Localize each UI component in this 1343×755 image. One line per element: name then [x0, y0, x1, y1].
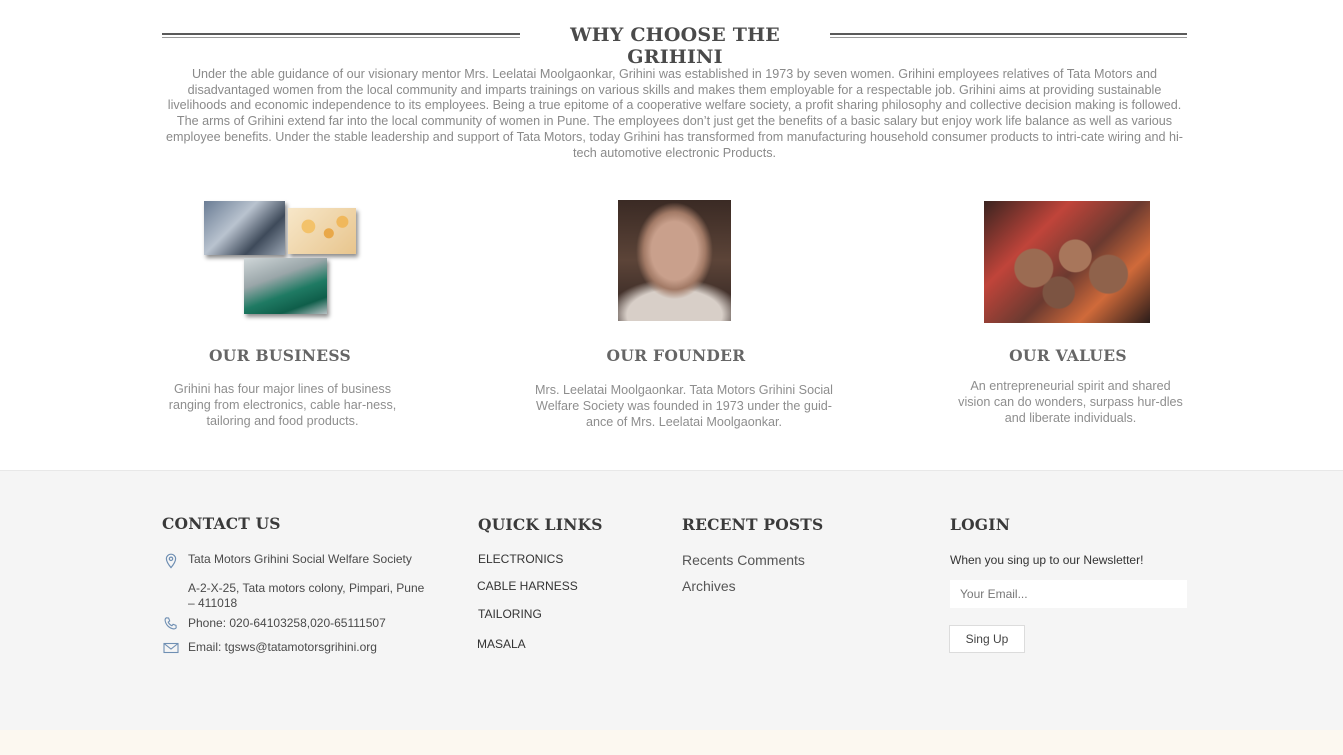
- founder-photo: [618, 200, 731, 321]
- feature-text-business: Grihini has four major lines of business…: [168, 382, 397, 428]
- business-photo-food: [288, 208, 356, 254]
- section-title: WHY CHOOSE THE GRIHINI: [570, 24, 780, 68]
- signup-button[interactable]: Sing Up: [949, 625, 1025, 653]
- contact-email: Email: tgsws@tatamotorsgrihini.org: [188, 640, 377, 654]
- feature-title-founder: OUR FOUNDER: [606, 346, 746, 365]
- phone-icon: [164, 617, 177, 630]
- contact-title: CONTACT US: [162, 514, 281, 533]
- quick-link-tailoring[interactable]: TAILORING: [478, 607, 542, 621]
- contact-organization: Tata Motors Grihini Social Welfare Socie…: [188, 552, 412, 566]
- contact-phone: Phone: 020-64103258,020-65111507: [188, 616, 386, 630]
- newsletter-email-input[interactable]: [950, 580, 1187, 608]
- why-choose-section: WHY CHOOSE THE GRIHINI Under the able gu…: [0, 0, 1343, 470]
- heading-divider-right: [830, 33, 1187, 38]
- values-photo-hands: [984, 201, 1150, 323]
- feature-title-values: OUR VALUES: [1009, 346, 1127, 365]
- quick-link-cable-harness[interactable]: CABLE HARNESS: [477, 579, 578, 593]
- feature-title-business: OUR BUSINESS: [209, 346, 351, 365]
- business-photo-circuit-board: [244, 258, 327, 314]
- archives-link[interactable]: Archives: [682, 578, 736, 594]
- envelope-icon: [163, 642, 179, 654]
- recent-posts-title: RECENT POSTS: [682, 515, 824, 534]
- recent-comments-link[interactable]: Recents Comments: [682, 552, 805, 568]
- quick-link-electronics[interactable]: ELECTRONICS: [478, 552, 563, 566]
- location-pin-icon: [165, 553, 177, 569]
- site-footer: CONTACT US Tata Motors Grihini Social We…: [0, 470, 1343, 730]
- quick-link-masala[interactable]: MASALA: [477, 637, 526, 651]
- business-photo-electronics: [204, 201, 285, 255]
- contact-address: A-2-X-25, Tata motors colony, Pimpari, P…: [188, 581, 425, 610]
- newsletter-text: When you sing up to our Newsletter!: [950, 553, 1144, 567]
- section-heading: WHY CHOOSE THE GRIHINI: [162, 22, 1187, 68]
- feature-text-founder: Mrs. Leelatai Moolgaonkar. Tata Motors G…: [535, 383, 833, 429]
- intro-paragraph: Under the able guidance of our visionary…: [166, 67, 1183, 160]
- heading-divider-left: [162, 33, 520, 38]
- bottom-strip: [0, 730, 1343, 755]
- login-title: LOGIN: [950, 515, 1011, 534]
- feature-text-values: An entrepreneurial spirit and shared vis…: [958, 379, 1183, 425]
- quick-links-title: QUICK LINKS: [478, 515, 603, 534]
